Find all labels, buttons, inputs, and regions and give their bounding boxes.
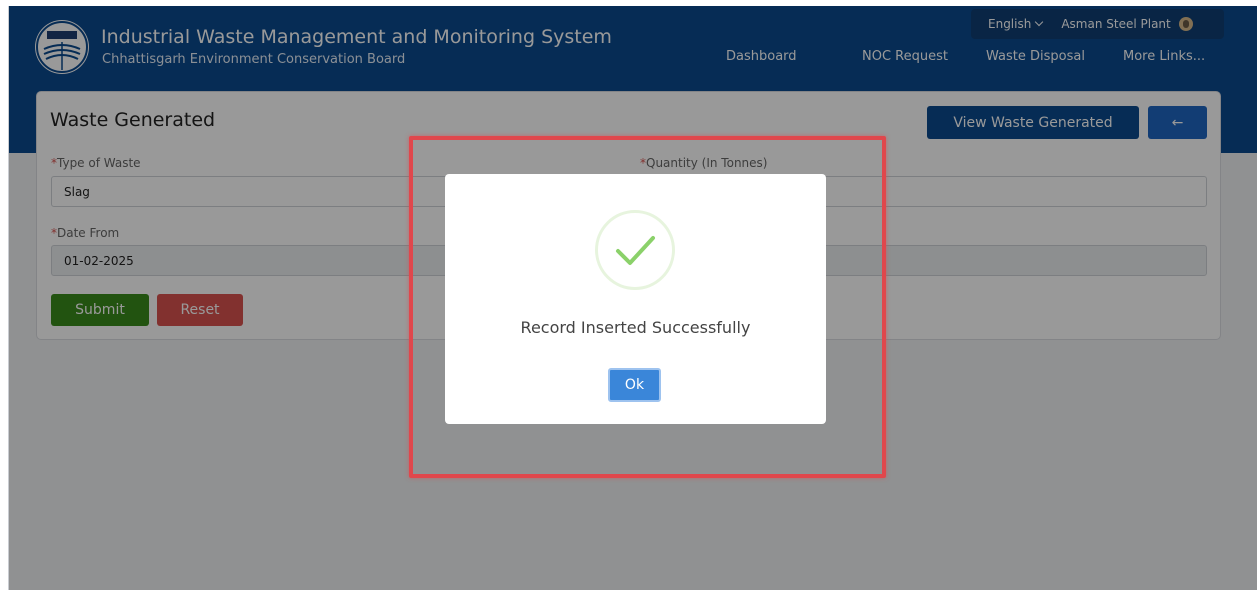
success-check-icon: [595, 210, 675, 290]
success-dialog: Record Inserted Successfully Ok: [445, 174, 826, 424]
app-frame: Industrial Waste Management and Monitori…: [8, 6, 1257, 590]
ok-button[interactable]: Ok: [608, 368, 661, 402]
dialog-message: Record Inserted Successfully: [520, 318, 751, 337]
